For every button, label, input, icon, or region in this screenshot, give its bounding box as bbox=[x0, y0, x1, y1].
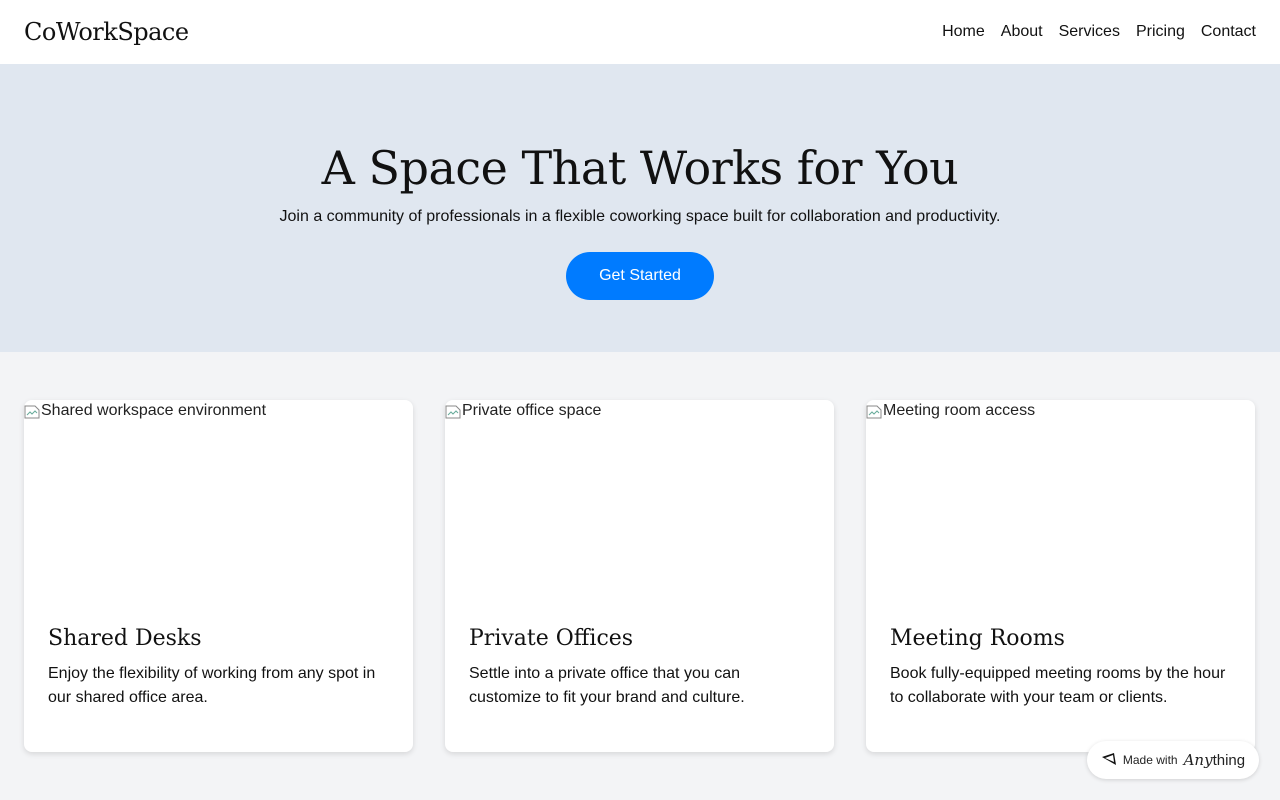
badge-brand-thing: thing bbox=[1212, 751, 1246, 769]
card-title: Shared Desks bbox=[48, 626, 202, 651]
services-cards: Shared workspace environment Shared Desk… bbox=[0, 352, 1280, 752]
card-image: Shared workspace environment bbox=[24, 400, 413, 600]
hero-section: A Space That Works for You Join a commun… bbox=[0, 64, 1280, 352]
badge-prefix: Made with bbox=[1122, 753, 1178, 767]
card-title: Private Offices bbox=[469, 626, 634, 651]
made-with-anything-badge[interactable]: Made with Any thing bbox=[1087, 741, 1259, 779]
card-description: Book fully-equipped meeting rooms by the… bbox=[890, 665, 1226, 706]
get-started-button[interactable]: Get Started bbox=[566, 252, 714, 300]
badge-brand-any: Any bbox=[1183, 751, 1213, 769]
nav-services[interactable]: Services bbox=[1059, 23, 1120, 41]
broken-image-icon bbox=[445, 404, 461, 420]
card-image: Private office space bbox=[445, 400, 834, 600]
nav-home[interactable]: Home bbox=[942, 23, 985, 41]
card-image-alt: Meeting room access bbox=[883, 402, 1036, 419]
nav-about[interactable]: About bbox=[1001, 23, 1043, 41]
main-nav: Home About Services Pricing Contact bbox=[942, 23, 1256, 41]
card-title: Meeting Rooms bbox=[890, 626, 1065, 651]
hero-subtitle: Join a community of professionals in a f… bbox=[279, 208, 1001, 225]
broken-image-icon bbox=[24, 404, 40, 420]
card-shared-desks: Shared workspace environment Shared Desk… bbox=[24, 400, 413, 752]
card-description: Settle into a private office that you ca… bbox=[469, 665, 745, 706]
card-image-alt: Private office space bbox=[462, 402, 602, 419]
card-image: Meeting room access bbox=[866, 400, 1255, 600]
card-image-alt: Shared workspace environment bbox=[41, 402, 267, 419]
card-meeting-rooms: Meeting room access Meeting Rooms Book f… bbox=[866, 400, 1255, 752]
nav-pricing[interactable]: Pricing bbox=[1136, 23, 1185, 41]
card-private-offices: Private office space Private Offices Set… bbox=[445, 400, 834, 752]
site-logo[interactable]: CoWorkSpace bbox=[24, 18, 189, 46]
anything-logo-icon bbox=[1101, 752, 1117, 769]
hero-title: A Space That Works for You bbox=[321, 141, 959, 195]
site-header: CoWorkSpace Home About Services Pricing … bbox=[0, 0, 1280, 64]
broken-image-icon bbox=[866, 404, 882, 420]
card-description: Enjoy the flexibility of working from an… bbox=[48, 665, 376, 706]
nav-contact[interactable]: Contact bbox=[1201, 23, 1256, 41]
